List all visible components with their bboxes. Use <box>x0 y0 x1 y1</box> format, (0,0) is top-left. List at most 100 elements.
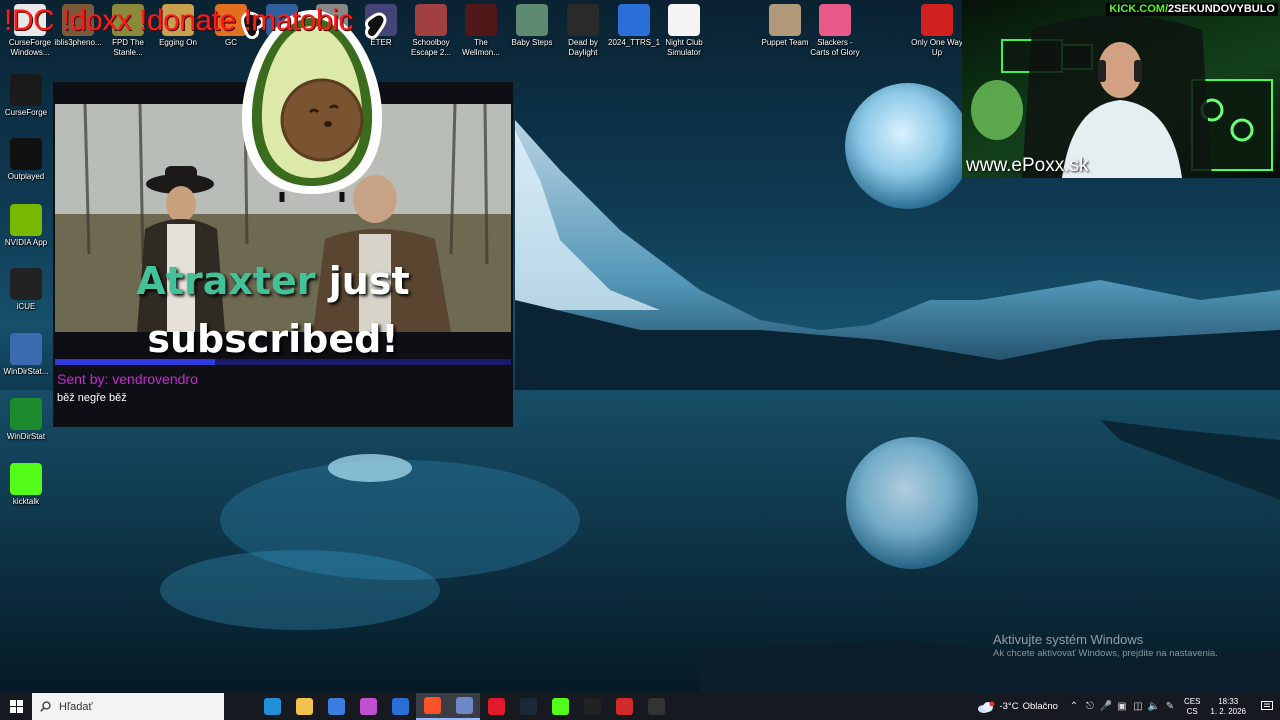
desktop-icon[interactable]: The Wellmon... <box>455 4 507 58</box>
usb-icon[interactable]: ⎋ <box>1082 693 1098 720</box>
desktop-icon[interactable]: Slackers - Carts of Glory <box>809 4 861 58</box>
desktop-icon-label: Baby Steps <box>511 38 553 47</box>
desktop-icon[interactable]: WinDirStat... <box>0 333 52 377</box>
game-icon <box>567 4 599 36</box>
network-icon[interactable]: ◫ <box>1130 693 1146 720</box>
steam-icon <box>519 698 537 715</box>
desktop-icon[interactable]: Baby Steps <box>506 4 558 48</box>
taskbar-app-opera[interactable] <box>480 693 512 720</box>
taskbar-app-edge[interactable] <box>256 693 288 720</box>
desktop-icon-label: WinDirStat <box>6 432 46 441</box>
desktop-icon[interactable]: Schoolboy Escape 2... <box>405 4 457 58</box>
taskbar-app-streamdeck[interactable] <box>576 693 608 720</box>
task-view-icon <box>231 698 249 715</box>
desktop-icon-label: Puppet Team <box>761 38 809 47</box>
weather-widget[interactable]: -3°C Oblačno <box>977 701 1058 713</box>
folder-icon <box>295 698 313 715</box>
language-indicator[interactable]: CES CS <box>1184 697 1200 717</box>
taskbar-apps <box>224 693 672 720</box>
microphone-icon[interactable]: 🎤 <box>1098 693 1114 720</box>
weather-temp: -3°C <box>999 701 1019 712</box>
desktop-icon[interactable]: kicktalk <box>0 463 52 507</box>
game-icon <box>465 4 497 36</box>
clock-date: 1. 2. 2026 <box>1210 706 1246 716</box>
taskbar-app-bandicam[interactable] <box>608 693 640 720</box>
activation-watermark-subtitle: Ak chcete aktivovať Windows, prejdite na… <box>993 648 1218 659</box>
game-icon <box>415 4 447 36</box>
office-icon <box>359 698 377 715</box>
taskbar-app-file-explorer[interactable] <box>288 693 320 720</box>
desktop-icon-label: kicktalk <box>12 497 40 506</box>
icue-icon <box>10 268 42 300</box>
desktop-icon[interactable]: Only One Way Up <box>911 4 963 58</box>
opera-icon <box>487 698 505 715</box>
taskbar-app-mail[interactable] <box>384 693 416 720</box>
windirstat-icon <box>10 333 42 365</box>
display-icon[interactable]: ▣ <box>1114 693 1130 720</box>
clock[interactable]: 18:33 1. 2. 2026 <box>1210 697 1246 717</box>
desktop-icon[interactable]: NVIDIA App <box>0 204 52 248</box>
gauge-icon <box>647 698 665 715</box>
mail-icon <box>391 698 409 715</box>
cloud-icon <box>978 701 995 713</box>
desktop-icon-label: WinDirStat... <box>3 367 49 376</box>
alert-message: běž negře běž <box>57 392 127 404</box>
desktop-icon[interactable]: CurseForge <box>0 74 52 118</box>
desktop-icon[interactable]: Night Club Simulator <box>658 4 710 58</box>
game-icon <box>668 4 700 36</box>
desktop-icon[interactable]: Outplayed <box>0 138 52 182</box>
store-icon <box>327 698 345 715</box>
brave-icon <box>423 697 441 714</box>
desktop-icon[interactable]: WinDirStat <box>0 398 52 442</box>
game-icon <box>769 4 801 36</box>
pen-icon[interactable]: ✎ <box>1162 693 1178 720</box>
taskbar-app-steam[interactable] <box>512 693 544 720</box>
speaker-icon[interactable]: 🔈 <box>1146 693 1162 720</box>
webcam-website-label: www.ePoxx.sk <box>966 155 1089 176</box>
desktop-icon[interactable]: iCUE <box>0 268 52 312</box>
desktop-icon[interactable]: Puppet Team <box>759 4 811 48</box>
taskbar-app-m365[interactable] <box>352 693 384 720</box>
desktop-icon-label: 2024_TTRS_1 <box>608 38 661 47</box>
desktop-icon-label: Outplayed <box>7 172 45 181</box>
alert-sender: Sent by: vendrovendro <box>57 371 198 387</box>
notification-icon <box>1261 701 1273 710</box>
kick-channel-badge: KICK.COM/2SEKUNDOVYBULO <box>1106 3 1278 16</box>
taskbar-app-task-view[interactable] <box>224 693 256 720</box>
desktop-icon[interactable]: 2024_TTRS_1 <box>608 4 660 48</box>
desktop-icon-label: The Wellmon... <box>462 38 500 57</box>
taskbar: Hľadať -3°C Oblačno ⌃ ⎋ 🎤 ▣ ◫ 🔈 ✎ CES CS… <box>0 693 1280 720</box>
streamdeck-icon <box>583 698 601 715</box>
desktop-icon[interactable]: Dead by Daylight <box>557 4 609 58</box>
desktop-icon-label: Schoolboy Escape 2... <box>410 38 452 57</box>
chevron-up-icon[interactable]: ⌃ <box>1066 693 1082 720</box>
obs-icon <box>455 697 473 714</box>
taskbar-app-obs[interactable] <box>448 693 480 720</box>
game-icon <box>516 4 548 36</box>
curseforge-icon <box>10 74 42 106</box>
activation-watermark-title: Aktivujte systém Windows <box>993 632 1144 647</box>
taskbar-search-input[interactable]: Hľadať <box>32 693 224 720</box>
taskbar-app-store[interactable] <box>320 693 352 720</box>
webcam-feed: KICK.COM/2SEKUNDOVYBULO www.ePoxx.sk <box>962 0 1280 178</box>
desktop-icon-label: Dead by Daylight <box>568 38 598 57</box>
taskbar-app-kick[interactable] <box>544 693 576 720</box>
taskbar-app-brave[interactable] <box>416 693 448 720</box>
notification-button[interactable] <box>1254 693 1280 720</box>
desktop-icon-label: CurseForge Windows... <box>8 38 52 57</box>
app-icon <box>618 4 650 36</box>
windows-logo-icon <box>9 700 23 713</box>
subscriber-name: Atraxter <box>136 259 316 303</box>
taskbar-app-gauge[interactable] <box>640 693 672 720</box>
stream-commands-overlay: !DC !doxx !donate !matobic <box>4 4 353 37</box>
webcam-scene <box>971 15 1273 178</box>
record-icon <box>615 698 633 715</box>
start-button[interactable] <box>0 693 32 720</box>
nvidia-icon <box>10 204 42 236</box>
game-icon <box>921 4 953 36</box>
desktop-icon-label: Egging On <box>159 38 197 47</box>
desktop-icon-label: Night Club Simulator <box>665 38 703 57</box>
edge-icon <box>263 698 281 715</box>
clock-time: 18:33 <box>1218 696 1239 706</box>
kick-icon <box>551 698 569 715</box>
